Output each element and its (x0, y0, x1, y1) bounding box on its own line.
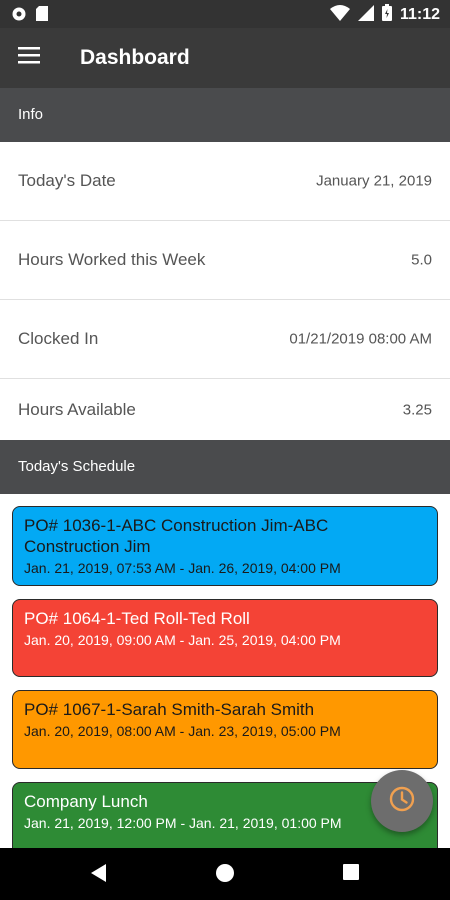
schedule-card-title: PO# 1064-1-Ted Roll-Ted Roll (24, 609, 250, 628)
status-time: 11:12 (399, 6, 440, 23)
battery-icon (381, 4, 392, 26)
info-row-label: Today's Date (18, 171, 116, 190)
recents-icon (341, 864, 361, 886)
recents-button[interactable] (341, 862, 365, 886)
schedule-card-title: PO# 1067-1-Sarah Smith-Sarah Smith (24, 700, 315, 719)
status-bar: 11:12 (0, 0, 450, 28)
schedule-card[interactable]: PO# 1064-1-Ted Roll-Ted Roll Jan. 20, 20… (12, 599, 438, 677)
clock-icon (388, 785, 416, 818)
schedule-card-title: Company Lunch (24, 792, 148, 811)
home-button[interactable] (214, 862, 238, 886)
info-row-value: 3.25 (402, 401, 432, 418)
back-button[interactable] (88, 862, 112, 886)
info-row-hours-worked: Hours Worked this Week 5.0 (0, 221, 450, 300)
schedule-section-header: Today's Schedule (0, 440, 450, 494)
notification-icon (12, 7, 26, 26)
schedule-card-dates: Jan. 20, 2019, 08:00 AM - Jan. 23, 2019,… (24, 723, 341, 739)
info-row-label: Clocked In (18, 329, 99, 348)
sd-card-icon (36, 6, 48, 26)
navigation-bar (0, 848, 450, 900)
clock-in-fab[interactable] (371, 770, 433, 832)
info-row-value: 5.0 (411, 251, 432, 269)
info-row-value: January 21, 2019 (316, 172, 432, 190)
page-title: Dashboard (80, 46, 190, 69)
info-section-header: Info (0, 88, 450, 142)
info-row-value: 01/21/2019 08:00 AM (289, 330, 432, 348)
home-icon (214, 864, 236, 888)
info-row-label: Hours Available (18, 399, 136, 419)
menu-button[interactable] (18, 46, 44, 70)
schedule-card-dates: Jan. 21, 2019, 07:53 AM - Jan. 26, 2019,… (24, 560, 341, 576)
schedule-card-title: PO# 1036-1-ABC Construction Jim-ABC Cons… (24, 516, 329, 556)
wifi-icon (329, 4, 350, 26)
schedule-card[interactable]: PO# 1067-1-Sarah Smith-Sarah Smith Jan. … (12, 690, 438, 769)
screen: 11:12 Dashboard Info Today's Date Januar… (0, 0, 450, 900)
info-row-todays-date: Today's Date January 21, 2019 (0, 142, 450, 221)
schedule-card-dates: Jan. 21, 2019, 12:00 PM - Jan. 21, 2019,… (24, 815, 342, 831)
app-bar: Dashboard (0, 28, 450, 88)
info-row-hours-available: Hours Available 3.25 (0, 379, 450, 440)
info-row-label: Hours Worked this Week (18, 250, 206, 269)
info-row-clocked-in: Clocked In 01/21/2019 08:00 AM (0, 300, 450, 379)
schedule-card-dates: Jan. 20, 2019, 09:00 AM - Jan. 25, 2019,… (24, 632, 341, 648)
signal-icon (357, 4, 374, 26)
back-icon (88, 864, 108, 888)
hamburger-menu-icon (18, 47, 40, 68)
schedule-card[interactable]: PO# 1036-1-ABC Construction Jim-ABC Cons… (12, 506, 438, 586)
